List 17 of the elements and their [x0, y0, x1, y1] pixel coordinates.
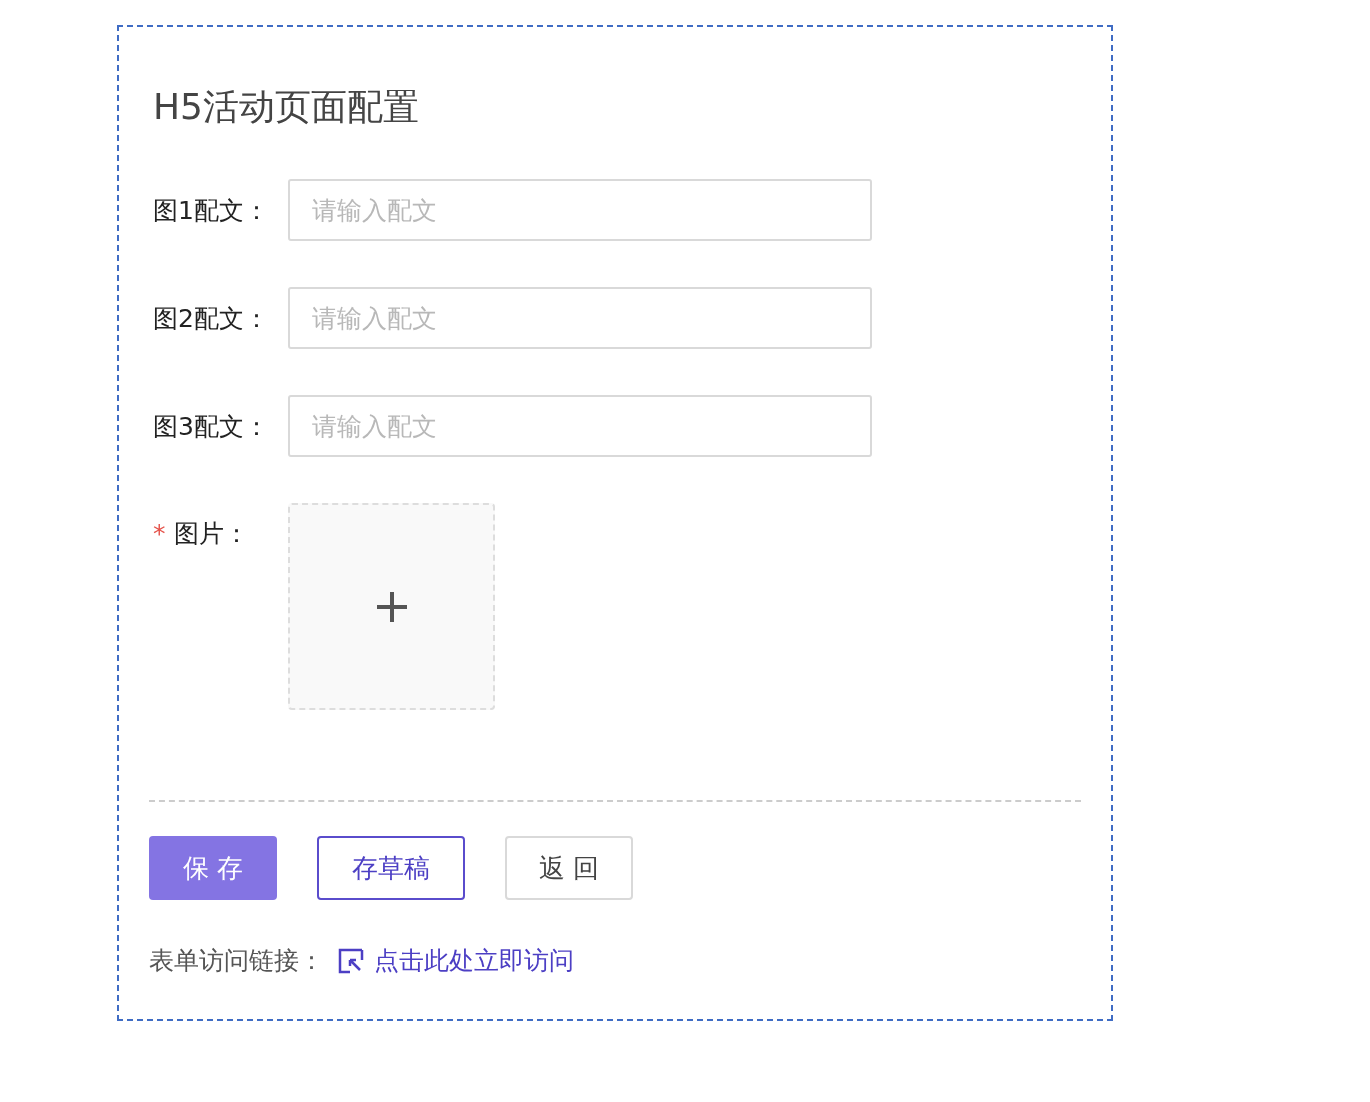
field-label: 图片：	[173, 518, 249, 550]
link-label: 表单访问链接：	[149, 945, 324, 977]
page-title: H5活动页面配置	[153, 85, 420, 129]
form-button[interactable]: 存草稿	[317, 836, 465, 900]
field-label: 图3配文：	[152, 410, 270, 443]
form-button[interactable]: 保 存	[149, 836, 277, 900]
external-link-icon	[338, 947, 364, 974]
input-field[interactable]: 请输入配文	[288, 395, 872, 457]
field-label: 图2配文：	[152, 302, 270, 335]
visit-link[interactable]: 点击此处立即访问	[338, 944, 574, 977]
image-upload-button[interactable]	[288, 503, 495, 710]
required-mark: *	[153, 519, 166, 548]
form-button[interactable]: 返 回	[505, 836, 633, 900]
field-label: 图1配文：	[152, 194, 270, 227]
plus-icon	[376, 591, 407, 622]
input-field[interactable]: 请输入配文	[288, 287, 872, 349]
input-field[interactable]: 请输入配文	[288, 179, 872, 241]
